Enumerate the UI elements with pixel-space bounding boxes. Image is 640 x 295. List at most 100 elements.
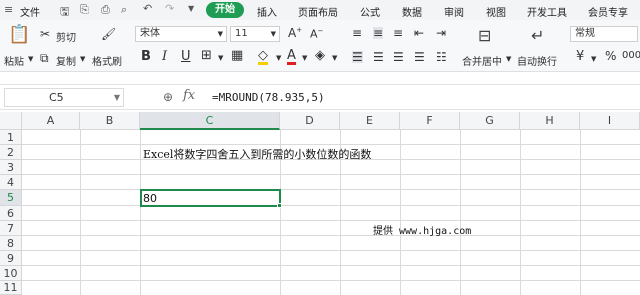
shading-icon[interactable]: ▦ [231, 49, 243, 62]
align-middle-icon[interactable]: ≡ [373, 27, 384, 39]
select-all-corner[interactable] [0, 112, 22, 130]
percent-icon[interactable]: % [605, 50, 616, 62]
column-header-c[interactable]: C [140, 112, 280, 130]
justify-icon[interactable]: ☰ [414, 51, 425, 63]
cut-button[interactable]: 剪切 [56, 29, 76, 44]
decrease-indent-icon[interactable]: ⇤ [414, 27, 424, 39]
format-painter-icon[interactable]: 🖌 [101, 28, 116, 40]
tab-developer[interactable]: 开发工具 [527, 4, 567, 19]
row-header-11[interactable]: 11 [0, 281, 22, 295]
column-header-f[interactable]: F [400, 112, 460, 130]
border-icon[interactable]: ⊞ [201, 49, 212, 62]
thousands-separator-icon[interactable]: 000 [622, 51, 640, 61]
copy-dropdown-icon[interactable]: ▼ [80, 55, 85, 63]
fill-color-dropdown-icon[interactable]: ▼ [276, 54, 281, 62]
tab-home[interactable]: 开始 [206, 2, 244, 18]
row-header-5[interactable]: 5 [0, 190, 22, 206]
grid-line [22, 189, 640, 190]
row-header-6[interactable]: 6 [0, 206, 22, 221]
formula-bar: C5 ▼ ⊕ fx =MROUND(78.935,5) [0, 84, 640, 110]
tab-insert[interactable]: 插入 [257, 4, 277, 19]
row-header-4[interactable]: 4 [0, 175, 22, 190]
font-color-dropdown-icon[interactable]: ▼ [302, 54, 307, 62]
grid-line [80, 130, 81, 295]
clear-dropdown-icon[interactable]: ▼ [332, 54, 337, 62]
tab-view[interactable]: 视图 [486, 4, 506, 19]
distributed-icon[interactable]: ☷ [436, 51, 447, 63]
cut-icon[interactable]: ✂ [40, 28, 50, 40]
merge-center-icon[interactable]: ⊟ [478, 28, 491, 44]
name-box-value: C5 [49, 91, 64, 104]
wrap-text-icon[interactable]: ↵ [531, 28, 544, 44]
clear-format-icon[interactable]: ◈ [315, 49, 325, 62]
column-header-e[interactable]: E [340, 112, 400, 130]
format-painter-button[interactable]: 格式刷 [92, 53, 122, 68]
column-header-b[interactable]: B [80, 112, 140, 130]
fill-color-icon[interactable]: ◇ [258, 49, 268, 65]
cell-selection [140, 189, 281, 207]
quick-access-dropdown-icon[interactable]: ▼ [188, 4, 194, 13]
row-header-7[interactable]: 7 [0, 221, 22, 236]
fill-handle[interactable] [277, 203, 282, 208]
row-header-1[interactable]: 1 [0, 130, 22, 145]
formula-input[interactable]: =MROUND(78.935,5) [212, 91, 325, 104]
name-box[interactable]: C5 ▼ [4, 88, 124, 107]
column-header-d[interactable]: D [280, 112, 340, 130]
menu-file[interactable]: 文件 [20, 4, 40, 19]
tab-formulas[interactable]: 公式 [360, 4, 380, 19]
tab-review[interactable]: 审阅 [444, 4, 464, 19]
bold-icon[interactable]: B [141, 50, 151, 63]
row-header-2[interactable]: 2 [0, 145, 22, 160]
wrap-text-button[interactable]: 自动换行 [517, 53, 557, 68]
border-dropdown-icon[interactable]: ▼ [218, 54, 223, 62]
currency-dropdown-icon[interactable]: ▼ [591, 55, 596, 63]
export-icon[interactable]: ⎘ [80, 3, 89, 17]
align-center-icon[interactable]: ☰ [373, 51, 384, 63]
font-color-icon[interactable]: A [287, 49, 296, 65]
menu-icon[interactable]: ≡ [4, 3, 13, 16]
number-format-select[interactable]: 常规 [570, 26, 638, 42]
chevron-down-icon: ▼ [113, 93, 120, 102]
undo-icon[interactable]: ↶ [143, 2, 152, 15]
column-header-h[interactable]: H [520, 112, 580, 130]
copy-icon[interactable]: ⧉ [40, 52, 49, 64]
align-top-icon[interactable]: ≡ [352, 27, 362, 39]
cell-c2[interactable]: Excel将数字四舍五入到所需的小数位数的函数 [143, 146, 371, 162]
increase-font-icon[interactable]: A+ [288, 27, 302, 40]
paste-icon[interactable]: 📋 [8, 26, 30, 44]
row-header-3[interactable]: 3 [0, 160, 22, 175]
grid-line [460, 130, 461, 295]
column-header-g[interactable]: G [460, 112, 520, 130]
column-header-a[interactable]: A [22, 112, 80, 130]
tab-data[interactable]: 数据 [402, 4, 422, 19]
cell-e7[interactable]: 提供 www.hjga.com [373, 222, 471, 237]
currency-icon[interactable]: ¥ [576, 50, 584, 63]
row-header-8[interactable]: 8 [0, 236, 22, 251]
print-preview-icon[interactable]: ⌕ [121, 3, 127, 17]
merge-dropdown-icon[interactable]: ▼ [506, 55, 511, 63]
column-header-i[interactable]: I [580, 112, 640, 130]
copy-button[interactable]: 复制 [56, 53, 76, 68]
row-header-9[interactable]: 9 [0, 251, 22, 266]
font-size-select[interactable]: 11 ▼ [230, 26, 280, 42]
function-icon[interactable]: fx [183, 88, 195, 103]
increase-indent-icon[interactable]: ⇥ [436, 27, 446, 39]
paste-dropdown-icon[interactable]: ▼ [28, 55, 33, 63]
paste-button[interactable]: 粘贴 [4, 53, 24, 68]
align-bottom-icon[interactable]: ≡ [393, 27, 403, 39]
align-left-icon[interactable]: ☰ [352, 51, 363, 63]
decrease-font-icon[interactable]: A− [310, 28, 323, 40]
tab-member[interactable]: 会员专享 [588, 4, 628, 19]
row-header-10[interactable]: 10 [0, 266, 22, 281]
align-right-icon[interactable]: ☰ [393, 51, 404, 63]
redo-icon[interactable]: ↷ [165, 2, 174, 15]
tab-page-layout[interactable]: 页面布局 [298, 4, 338, 19]
grid-line [22, 235, 640, 236]
zoom-icon[interactable]: ⊕ [163, 90, 173, 104]
print-icon[interactable]: ⎙ [101, 3, 110, 17]
merge-center-button[interactable]: 合并居中 [462, 53, 502, 68]
italic-icon[interactable]: I [162, 50, 167, 63]
grid-line [580, 130, 581, 295]
underline-icon[interactable]: U [181, 50, 191, 63]
font-name-select[interactable]: 宋体 ▼ [135, 26, 227, 42]
